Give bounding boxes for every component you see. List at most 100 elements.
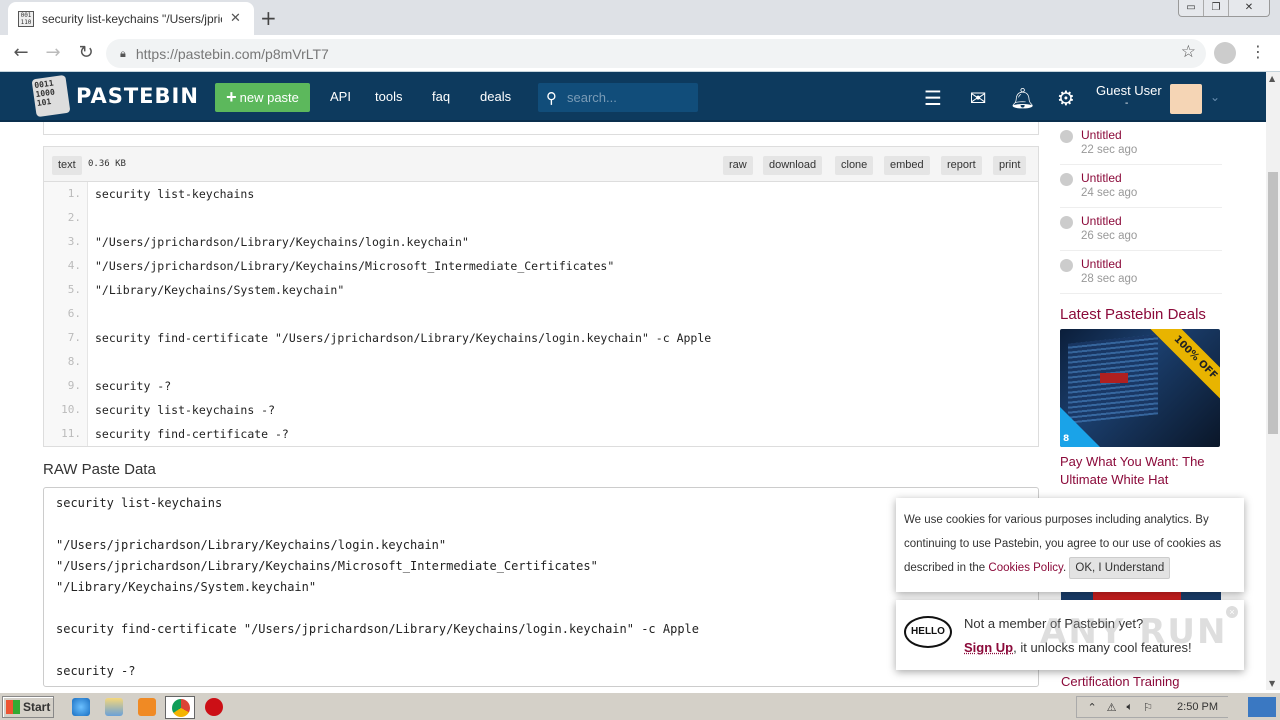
code-line: 6. <box>44 302 1038 326</box>
download-button[interactable]: download <box>763 156 823 175</box>
opera-icon[interactable] <box>205 698 223 716</box>
user-sub: - <box>1125 98 1129 109</box>
globe-icon <box>1060 216 1073 229</box>
recent-paste-item[interactable]: Untitled 24 sec ago <box>1060 165 1222 208</box>
chrome-taskbar-button[interactable] <box>165 696 195 719</box>
cookie-notice: We use cookies for various purposes incl… <box>896 498 1244 592</box>
deal2-link[interactable]: Certification Training <box>1061 674 1180 689</box>
bell-icon[interactable]: 🔔︎ <box>1010 86 1035 110</box>
paste-code-box: text 0.36 KB raw download clone embed re… <box>43 146 1039 447</box>
code-line: 3. "/Users/jprichardson/Library/Keychains… <box>44 230 1038 254</box>
system-tray: ⌃ ⚠ 🔈︎ ⚐ 2:50 PM <box>1076 696 1228 718</box>
internet-explorer-icon[interactable] <box>72 698 90 716</box>
raw-paste-title: RAW Paste Data <box>43 461 156 478</box>
nav-faq[interactable]: faq <box>432 89 450 104</box>
menu-kebab-icon[interactable]: ⋮ <box>1250 42 1266 61</box>
media-player-icon[interactable] <box>138 698 156 716</box>
raw-button[interactable]: raw <box>723 156 753 175</box>
hello-bubble-icon: HELLO <box>904 616 952 648</box>
cookies-policy-link[interactable]: Cookies Policy <box>988 562 1063 574</box>
page-scrollbar[interactable]: ▲ ▼ <box>1266 72 1280 690</box>
deal-link[interactable]: Pay What You Want: The Ultimate White Ha… <box>1060 453 1222 489</box>
browser-tab[interactable]: 001 110 security list-keychains "/Users/j… <box>8 2 254 35</box>
tray-expand-icon[interactable]: ⌃ <box>1087 701 1096 714</box>
forward-icon[interactable]: → <box>42 42 64 63</box>
close-icon[interactable]: × <box>1226 606 1238 618</box>
raw-line: security -? <box>56 664 136 678</box>
code-line: 2. <box>44 206 1038 230</box>
report-button[interactable]: report <box>941 156 982 175</box>
line-content: security find-certificate -? <box>95 427 289 441</box>
reload-icon[interactable]: ↻ <box>75 42 97 63</box>
nav-tools[interactable]: tools <box>375 89 402 104</box>
print-button[interactable]: print <box>993 156 1027 175</box>
raw-paste-textarea[interactable]: security list-keychains "/Users/jprichard… <box>43 487 1039 687</box>
scroll-thumb[interactable] <box>1268 172 1278 434</box>
recent-paste-title[interactable]: Untitled <box>1081 214 1137 228</box>
deal-image[interactable]: 100% OFF 8 <box>1060 329 1220 447</box>
minimize-icon[interactable]: ▭ <box>1179 0 1204 16</box>
nav-api[interactable]: API <box>330 89 351 104</box>
signup-link[interactable]: Sign Up <box>964 640 1013 655</box>
syntax-badge[interactable]: text <box>52 156 82 175</box>
recent-paste-age: 24 sec ago <box>1081 187 1138 199</box>
search-icon[interactable]: ⚲ <box>546 89 557 107</box>
line-number: 8. <box>44 350 88 374</box>
code-line: 1. security list-keychains <box>44 182 1038 206</box>
chrome-icon <box>172 699 190 717</box>
back-icon[interactable]: ← <box>10 42 32 63</box>
action-center-flag-icon[interactable]: ⚐ <box>1143 701 1153 714</box>
recent-paste-item[interactable]: Untitled 22 sec ago <box>1060 122 1222 165</box>
user-name[interactable]: Guest User <box>1096 83 1162 98</box>
network-warning-icon[interactable]: ⚠ <box>1107 701 1117 714</box>
close-window-icon[interactable]: ✕ <box>1229 0 1269 16</box>
raw-line: "/Users/jprichardson/Library/Keychains/M… <box>56 559 598 573</box>
sidebar: Untitled 22 sec ago Untitled 24 sec ago Unti… <box>1060 122 1222 489</box>
globe-icon <box>1060 130 1073 143</box>
show-desktop-button[interactable] <box>1248 697 1276 717</box>
line-number: 2. <box>44 206 88 230</box>
watermark: ANY RUN <box>1040 612 1228 652</box>
restore-icon[interactable]: ❐ <box>1204 0 1229 16</box>
start-button[interactable]: Start <box>2 696 54 718</box>
taskbar: Start ⌃ ⚠ 🔈︎ ⚐ 2:50 PM <box>0 692 1280 720</box>
line-number: 9. <box>44 374 88 398</box>
scroll-down-icon[interactable]: ▼ <box>1269 679 1275 688</box>
paste-toolbar: text 0.36 KB raw download clone embed re… <box>44 147 1038 182</box>
mail-icon[interactable]: ✉ <box>966 86 990 110</box>
nav-deals[interactable]: deals <box>480 89 511 104</box>
recent-paste-item[interactable]: Untitled 28 sec ago <box>1060 251 1222 294</box>
close-tab-icon[interactable]: ✕ <box>230 11 241 26</box>
scroll-up-icon[interactable]: ▲ <box>1269 74 1275 83</box>
recent-paste-title[interactable]: Untitled <box>1081 257 1137 271</box>
address-bar[interactable]: 🔒︎ https://pastebin.com/p8mVrLT7 <box>106 39 1206 68</box>
recent-paste-title[interactable]: Untitled <box>1081 128 1137 142</box>
code-line: 8. <box>44 350 1038 374</box>
plus-icon: + <box>226 87 237 107</box>
clone-button[interactable]: clone <box>835 156 874 175</box>
raw-line: "/Users/jprichardson/Library/Keychains/l… <box>56 538 447 552</box>
embed-button[interactable]: embed <box>884 156 930 175</box>
recent-paste-item[interactable]: Untitled 26 sec ago <box>1060 208 1222 251</box>
search-box: ⚲ <box>538 83 698 112</box>
bookmark-star-icon[interactable]: ☆ <box>1181 42 1196 62</box>
search-input[interactable] <box>567 90 677 105</box>
new-tab-button[interactable]: + <box>260 6 277 30</box>
clock[interactable]: 2:50 PM <box>1177 701 1218 713</box>
file-explorer-icon[interactable] <box>105 698 123 716</box>
profile-avatar-icon[interactable] <box>1214 42 1236 64</box>
recent-paste-age: 26 sec ago <box>1081 230 1138 242</box>
pastebin-logo[interactable]: 0011 1000 101 PASTEBIN <box>31 74 199 118</box>
new-paste-button[interactable]: + new paste <box>215 83 310 112</box>
recent-pastes: Untitled 22 sec ago Untitled 24 sec ago Unti… <box>1060 122 1222 294</box>
window-controls: ▭ ❐ ✕ <box>1178 0 1270 17</box>
line-number: 4. <box>44 254 88 278</box>
chevron-down-icon[interactable]: ⌄ <box>1210 90 1220 104</box>
my-pastes-icon[interactable]: ☰ <box>921 86 945 110</box>
cookie-accept-button[interactable]: OK, I Understand <box>1069 557 1171 579</box>
recent-paste-title[interactable]: Untitled <box>1081 171 1137 185</box>
gear-icon[interactable]: ⚙ <box>1054 86 1078 110</box>
line-number: 11. <box>44 422 88 446</box>
volume-icon[interactable]: 🔈︎ <box>1127 701 1134 714</box>
user-avatar[interactable] <box>1170 84 1202 114</box>
